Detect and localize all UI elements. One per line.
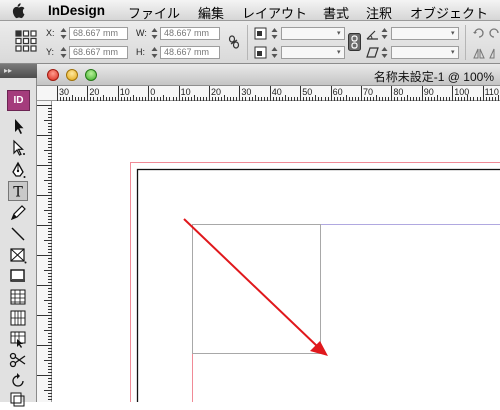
x-stepper-icon[interactable] [60,27,67,40]
y-label: Y: [46,47,54,57]
frame-grid-tool-icon[interactable] [8,329,28,349]
h-label: H: [136,47,145,57]
line-tool-icon[interactable] [8,224,28,244]
scale-y-stepper-icon[interactable] [271,46,278,59]
direct-selection-tool-icon[interactable] [8,138,28,158]
menu-file[interactable]: ファイル [128,3,180,22]
vertical-ruler-ticks [37,101,52,402]
constrain-scale-icon[interactable] [348,33,361,51]
scissors-tool-icon[interactable] [8,350,28,370]
h-stepper-icon[interactable] [151,46,158,59]
ruler-tick-label: 50 [302,87,312,97]
pencil-tool-icon[interactable] [8,203,28,223]
scale-y-field[interactable] [281,46,345,59]
menu-layout[interactable]: レイアウト [242,3,307,22]
menu-type[interactable]: 書式 [323,3,349,22]
w-field[interactable]: 48.667 mm [160,27,220,40]
rotation-field[interactable] [391,27,459,40]
y-field[interactable]: 68.667 mm [69,46,128,59]
scale-x-dropdown-icon[interactable]: ▾ [337,29,341,37]
app-menu-indesign[interactable]: InDesign [48,3,105,18]
ruler-tick-label: 90 [424,87,434,97]
y-stepper-icon[interactable] [60,46,67,59]
scale-x-field[interactable] [281,27,345,40]
scale-y-dropdown-icon[interactable]: ▾ [337,48,341,56]
ruler-tick-label: 0 [150,87,155,97]
w-label: W: [136,28,147,38]
page-edge [138,170,500,403]
ruler-tick-label: 60 [333,87,343,97]
scale-tool-icon[interactable] [8,390,28,410]
h-field[interactable]: 48.667 mm [160,46,220,59]
ruler-tick-label: 20 [211,87,221,97]
divider [247,25,248,60]
ruler-tick-label: 30 [241,87,251,97]
pasteboard[interactable] [52,101,500,402]
rotate-clockwise-icon[interactable] [472,26,486,40]
ruler-tick-label: 20 [89,87,99,97]
red-arrow-line [184,219,318,347]
minimize-button[interactable] [66,69,78,81]
ruler-tick-label: 10 [181,87,191,97]
shear-field[interactable] [391,46,459,59]
indesign-logo: ID [7,90,30,111]
reference-point-icon[interactable] [15,30,37,52]
svg-text:T: T [13,184,23,200]
ruler-tick-label: 110 [485,87,499,97]
constrain-proportions-icon[interactable] [228,35,240,49]
scale-x-stepper-icon[interactable] [271,27,278,40]
zoom-button[interactable] [85,69,97,81]
rotate-tool-icon[interactable] [8,371,28,391]
ruler-tick-label: 10 [120,87,130,97]
vertical-ruler[interactable] [37,101,52,402]
rectangle-frame-tool-icon[interactable] [8,245,28,265]
flip-vertical-icon[interactable] [488,46,500,60]
ruler-tick-label: 100 [454,87,469,97]
close-button[interactable] [47,69,59,81]
ruler-tick-label: 30 [59,87,69,97]
x-label: X: [46,28,55,38]
rectangle-tool-icon[interactable] [8,266,28,286]
tools-panel: ▸▸ ID T [0,64,37,402]
type-tool-icon[interactable]: T [8,181,28,201]
tools-panel-grip[interactable]: ▸▸ [0,64,37,78]
document-title: 名称未設定-1 @ 100% [374,68,494,85]
menu-object[interactable]: オブジェクト [410,3,488,22]
menu-bar: InDesign ファイル 編集 レイアウト 書式 注釈 オブジェクト [0,0,500,21]
divider [465,25,466,60]
ruler-tick-label: 70 [363,87,373,97]
ruler-tick-label: 40 [272,87,282,97]
horizontal-grid-tool-icon[interactable] [8,287,28,307]
menu-edit[interactable]: 編集 [198,3,224,22]
selection-tool-icon[interactable] [8,116,28,136]
scale-x-icon [254,27,267,40]
rotation-stepper-icon[interactable] [381,27,388,40]
shear-stepper-icon[interactable] [381,46,388,59]
ruler-tick-label: 80 [393,87,403,97]
page-margin-guide [131,163,500,403]
rotation-angle-icon [366,28,379,40]
shear-angle-icon [366,47,379,58]
rotation-dropdown-icon[interactable]: ▾ [451,29,455,37]
w-stepper-icon[interactable] [151,27,158,40]
vertical-grid-tool-icon[interactable] [8,308,28,328]
pen-tool-icon[interactable] [8,160,28,180]
shear-dropdown-icon[interactable]: ▾ [451,48,455,56]
apple-menu-icon[interactable] [9,2,26,19]
rotate-counterclockwise-icon[interactable] [488,26,500,40]
control-panel: X: 68.667 mm Y: 68.667 mm W: 48.667 mm H… [0,21,500,64]
x-field[interactable]: 68.667 mm [69,27,128,40]
document-title-bar[interactable]: 名称未設定-1 @ 100% [37,64,500,86]
menu-notes[interactable]: 注釈 [366,3,392,22]
page-artwork [52,101,500,402]
document-window: 名称未設定-1 @ 100% 3020100102030405060708090… [37,64,500,402]
scale-y-icon [254,46,267,59]
flip-horizontal-icon[interactable] [472,46,486,60]
